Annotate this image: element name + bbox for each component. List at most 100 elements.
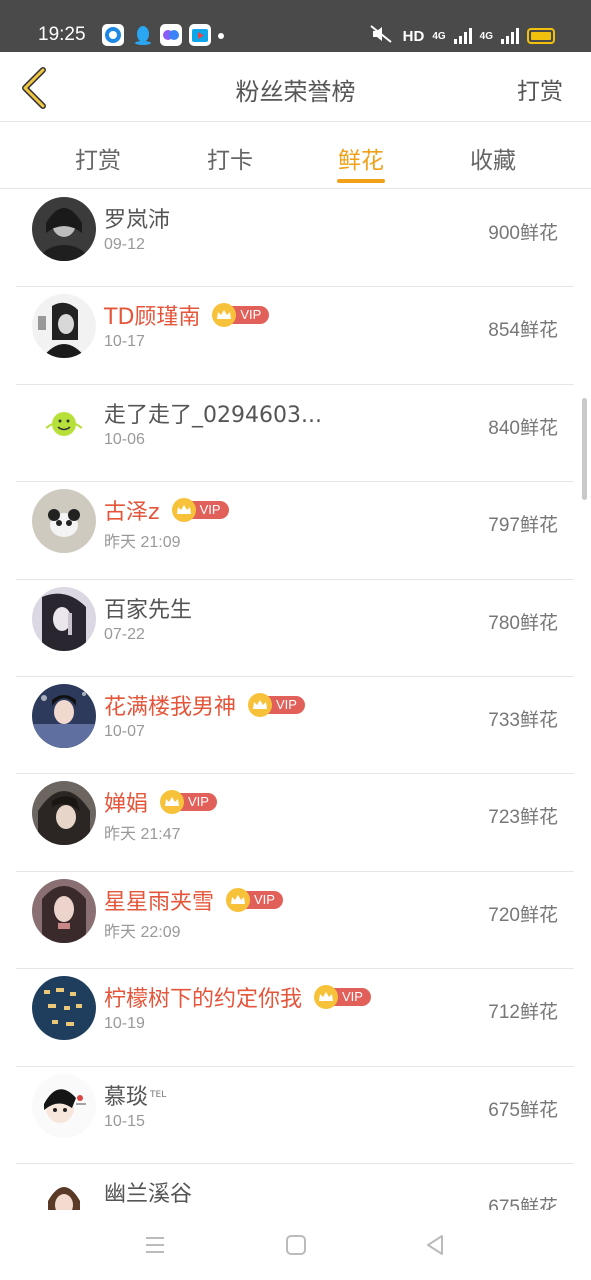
fan-name: 婵娟 VIP xyxy=(104,786,217,818)
chat-icon xyxy=(160,24,182,46)
avatar xyxy=(32,683,96,748)
avatar xyxy=(32,197,96,261)
avatar xyxy=(32,391,96,456)
crown-icon xyxy=(248,692,273,717)
tab-favorites[interactable]: 收藏 xyxy=(453,141,533,175)
system-nav-bar xyxy=(0,1210,591,1280)
list-item[interactable]: 幽兰溪谷 675鲜花 xyxy=(16,1164,574,1210)
list-item[interactable]: 罗岚沛 09-12 900鲜花 xyxy=(16,190,574,288)
signal-icon xyxy=(501,28,519,44)
list-item[interactable]: 星星雨夹雪 VIP 昨天 22:09 720鲜花 xyxy=(16,872,574,970)
flower-amount: 675鲜花 xyxy=(488,1196,558,1210)
avatar xyxy=(32,781,96,846)
signal-icon xyxy=(453,28,472,44)
fan-name-text: 古泽z xyxy=(104,500,160,526)
crown-icon xyxy=(226,887,251,912)
video-icon xyxy=(189,24,211,46)
list-item[interactable]: 走了走了_0294603... 10-06 840鲜花 xyxy=(16,385,574,483)
fan-date: 10-07 xyxy=(104,722,145,740)
status-icons: HD 4G 4G xyxy=(369,23,555,49)
list-item[interactable]: 百家先生 07-22 780鲜花 xyxy=(16,580,574,677)
flower-amount: 840鲜花 xyxy=(488,417,558,439)
avatar xyxy=(32,1170,96,1210)
tab-checkin[interactable]: 打卡 xyxy=(190,141,270,175)
tab-bar: 打赏 打卡 鲜花 收藏 xyxy=(0,123,591,189)
fan-name: 百家先生 xyxy=(104,592,192,624)
fan-date: 10-15 xyxy=(104,1112,145,1130)
signal-label-1: 4G xyxy=(432,30,446,42)
vip-badge: VIP xyxy=(226,887,283,912)
page-title: 粉丝荣誉榜 xyxy=(235,78,356,106)
fan-name-text: 柠檬树下的约定你我 xyxy=(104,987,303,1013)
fan-date: 07-22 xyxy=(104,625,145,643)
fan-name: 罗岚沛 xyxy=(104,202,170,234)
avatar xyxy=(32,1073,96,1138)
avatar xyxy=(32,976,96,1041)
fan-name-text: 走了走了_0294603... xyxy=(104,402,322,428)
avatar xyxy=(32,489,96,554)
list-item[interactable]: 慕琰 TEL 10-15 675鲜花 xyxy=(16,1067,574,1164)
back-nav-button[interactable] xyxy=(420,1230,450,1260)
crown-icon xyxy=(171,498,196,523)
tab-active-indicator xyxy=(337,179,385,183)
menu-icon xyxy=(146,1237,164,1253)
fan-name: 星星雨夹雪 VIP xyxy=(104,884,283,916)
fan-date: 昨天 21:09 xyxy=(104,534,181,552)
network-label: HD xyxy=(402,27,425,45)
home-icon xyxy=(286,1235,306,1255)
vip-badge: VIP xyxy=(314,985,371,1010)
list-item[interactable]: 古泽z VIP 昨天 21:09 797鲜花 xyxy=(16,482,574,580)
battery-icon xyxy=(527,28,555,44)
fan-date: 10-19 xyxy=(104,1015,145,1033)
vip-badge: VIP xyxy=(248,692,305,717)
fan-name-text: 罗岚沛 xyxy=(104,208,171,233)
app-header: 粉丝荣誉榜 打赏 xyxy=(0,52,591,122)
fan-name: 古泽z VIP xyxy=(104,494,229,526)
list-item[interactable]: 婵娟 VIP 昨天 21:47 723鲜花 xyxy=(16,774,574,872)
mute-icon xyxy=(369,24,395,48)
signal-label-2: 4G xyxy=(479,30,493,42)
vip-badge: VIP xyxy=(171,498,229,523)
flower-amount: 900鲜花 xyxy=(488,223,558,244)
fan-name-text: 慕琰 xyxy=(104,1084,149,1110)
reward-button[interactable]: 打赏 xyxy=(517,72,563,106)
fan-date: 昨天 22:09 xyxy=(104,923,181,941)
tel-badge: TEL xyxy=(150,1089,167,1100)
list-item[interactable]: 柠檬树下的约定你我 VIP 10-19 712鲜花 xyxy=(16,969,574,1067)
scrollbar[interactable] xyxy=(582,398,587,500)
triangle-back-icon xyxy=(427,1235,443,1255)
fan-name: TD顾瑾南 VIP xyxy=(104,299,270,331)
flower-amount: 720鲜花 xyxy=(488,904,558,926)
vip-badge: VIP xyxy=(160,790,217,815)
flower-amount: 675鲜花 xyxy=(488,1099,558,1121)
fan-name: 慕琰 TEL xyxy=(104,1079,166,1111)
list-item[interactable]: 花满楼我男神 VIP 10-07 733鲜花 xyxy=(16,677,574,775)
fan-name-text: 幽兰溪谷 xyxy=(104,1181,193,1207)
flower-amount: 780鲜花 xyxy=(488,612,558,634)
flower-amount: 797鲜花 xyxy=(488,515,558,537)
status-bar: 19:25 HD 4G 4G xyxy=(0,0,591,52)
fan-name-text: 花满楼我男神 xyxy=(104,694,237,720)
list-item[interactable]: TD顾瑾南 VIP 10-17 854鲜花 xyxy=(16,287,574,385)
status-time: 19:25 xyxy=(38,24,86,45)
app-icon-blue xyxy=(102,24,124,46)
fan-name-text: TD顾瑾南 xyxy=(104,305,201,331)
flower-amount: 723鲜花 xyxy=(488,807,558,829)
crown-icon xyxy=(314,985,339,1010)
home-button[interactable] xyxy=(281,1230,311,1260)
fan-name: 走了走了_0294603... xyxy=(104,397,322,429)
menu-button[interactable] xyxy=(140,1230,170,1260)
flower-amount: 733鲜花 xyxy=(488,709,558,731)
tab-reward[interactable]: 打赏 xyxy=(58,141,138,175)
fan-date: 10-17 xyxy=(104,333,145,351)
fan-name-text: 星星雨夹雪 xyxy=(104,889,215,915)
notification-dot xyxy=(218,33,224,39)
fan-name: 花满楼我男神 VIP xyxy=(104,689,305,721)
flower-amount: 712鲜花 xyxy=(488,1002,558,1024)
avatar xyxy=(32,294,96,359)
tab-flowers[interactable]: 鲜花 xyxy=(321,141,401,175)
fan-date: 10-06 xyxy=(104,430,145,448)
fan-name-text: 百家先生 xyxy=(104,597,193,623)
fan-name-text: 婵娟 xyxy=(104,792,149,818)
fan-ranking-list: 罗岚沛 09-12 900鲜花 TD顾瑾南 VIP 10-17 854鲜花 走了… xyxy=(16,190,574,1210)
